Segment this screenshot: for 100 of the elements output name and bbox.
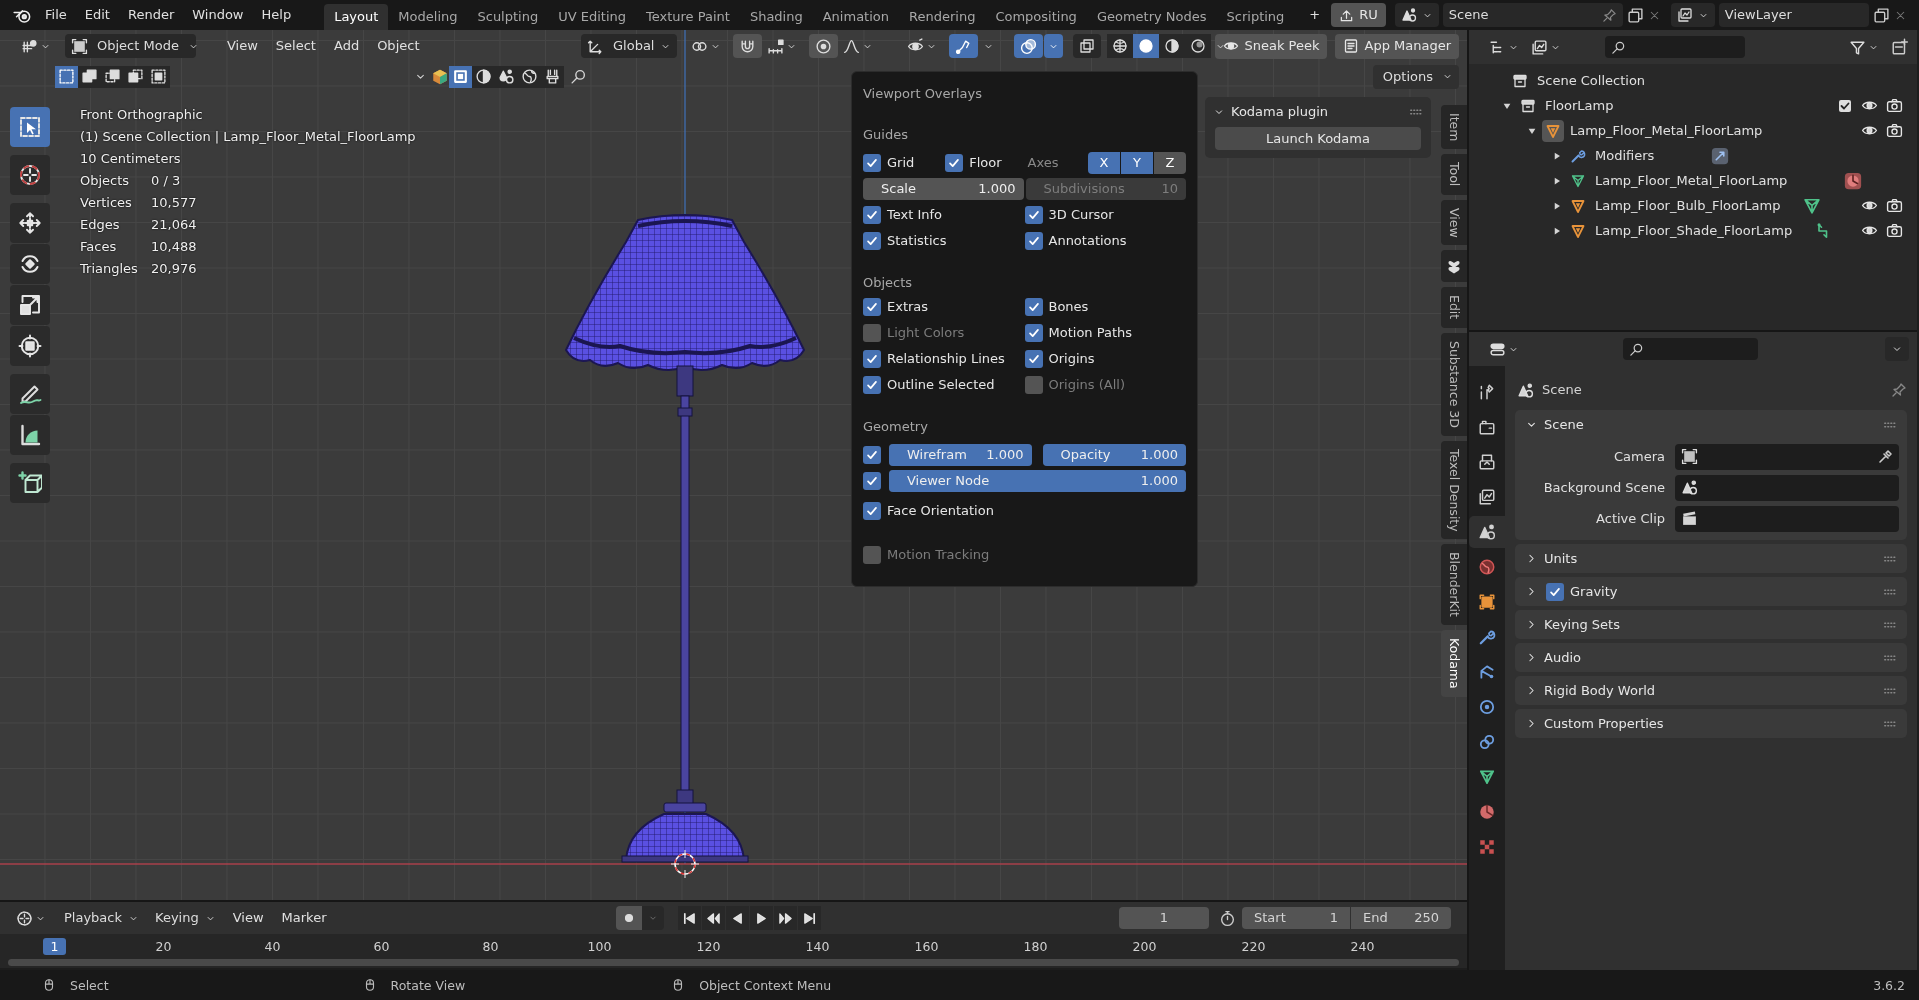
current-frame-field[interactable]: 1	[1119, 907, 1209, 929]
view-layer-field[interactable]: ViewLayer	[1718, 3, 1869, 27]
checkbox-label: Origins	[1048, 351, 1095, 367]
panel-header[interactable]: Audio	[1515, 643, 1907, 672]
workspace-tab[interactable]: Rendering	[899, 4, 986, 30]
menu-item[interactable]: Object	[368, 38, 429, 54]
launch-button[interactable]: Launch Kodama	[1215, 127, 1421, 150]
menu-item[interactable]: Marker	[272, 910, 336, 926]
checkbox-label: Origins (All)	[1048, 377, 1125, 393]
menu-item[interactable]: Render	[118, 7, 184, 23]
menu-item[interactable]: Window	[183, 7, 253, 23]
menu-item[interactable]: View	[218, 38, 267, 54]
menu-item[interactable]: View	[223, 910, 273, 926]
panel-header[interactable]: Kodama plugin	[1205, 97, 1431, 127]
sidebar-tab[interactable]: BlenderKit	[1441, 544, 1467, 626]
workspace-tab[interactable]: Compositing	[985, 4, 1087, 30]
wireframe-slider[interactable]: Wirefram 1.000	[889, 444, 1032, 466]
checkbox-label: Floor	[969, 155, 1002, 171]
frame-number: 120	[695, 937, 722, 955]
frame-number: 200	[1131, 937, 1158, 955]
workspace-tab[interactable]: Animation	[812, 4, 899, 30]
menu-item[interactable]: File	[36, 7, 76, 23]
menu-dropdown[interactable]: Keying	[147, 906, 220, 930]
language-button[interactable]: RU	[1331, 3, 1386, 27]
sidebar-tab[interactable]: Item	[1441, 105, 1467, 150]
orientation-dropdown[interactable]: Global	[581, 34, 677, 58]
checkbox-label: Face Orientation	[887, 503, 994, 519]
checkbox-label: Grid	[887, 155, 915, 171]
version-label: 3.6.2	[1873, 977, 1905, 993]
axis-toggle[interactable]: Y	[1121, 152, 1153, 174]
menu-item[interactable]: Edit	[75, 7, 119, 23]
opacity-slider[interactable]: Opacity 1.000	[1042, 444, 1186, 466]
collection-path: (1) Scene Collection | Lamp_Floor_Metal_FloorLamp	[80, 129, 416, 144]
sidebar-tab[interactable]: View	[1441, 199, 1467, 246]
field-label: Camera	[1612, 448, 1666, 465]
frame-number: 180	[1022, 937, 1049, 955]
addon-button[interactable]: App Manager	[1335, 33, 1459, 59]
workspace-tab[interactable]: Geometry Nodes	[1086, 4, 1217, 30]
workspace-tab[interactable]: Texture Paint	[636, 4, 740, 30]
checkbox-label: 3D Cursor	[1048, 207, 1114, 223]
add-workspace-button[interactable]: +	[1300, 7, 1330, 23]
sidebar-tab[interactable]: Substance 3D	[1441, 332, 1467, 436]
viewer-node-slider[interactable]: Viewer Node 1.000	[889, 470, 1186, 492]
frame-number: 140	[804, 937, 831, 955]
view-name: Front Orthographic	[80, 107, 203, 122]
frame-number: 20	[154, 937, 173, 955]
panel-header[interactable]: Gravity	[1515, 577, 1907, 606]
options-dropdown[interactable]: Options	[1372, 64, 1459, 89]
axis-toggle[interactable]: X	[1088, 152, 1120, 174]
start-frame-field[interactable]: Start 1	[1242, 907, 1350, 929]
status-hint: Rotate View	[390, 977, 466, 993]
mode-dropdown[interactable]: Object Mode	[65, 34, 196, 58]
frame-number: 80	[481, 937, 500, 955]
panel-header[interactable]: Units	[1515, 544, 1907, 573]
end-frame-field[interactable]: End 250	[1351, 907, 1451, 929]
status-hint: Object Context Menu	[699, 977, 832, 993]
outliner-item[interactable]: FloorLamp	[1545, 97, 1614, 114]
workspace-tab[interactable]: Shading	[739, 4, 813, 30]
checkbox-label: Motion Paths	[1048, 325, 1133, 341]
sidebar-tab[interactable]: Texel Density	[1441, 440, 1467, 540]
outliner-item[interactable]: Lamp_Floor_Metal_FloorLamp	[1595, 172, 1788, 189]
frame-number: 40	[263, 937, 282, 955]
outliner-item[interactable]: Scene Collection	[1537, 72, 1646, 89]
panel-header[interactable]: Keying Sets	[1515, 610, 1907, 639]
workspace-tab[interactable]: Sculpting	[467, 4, 549, 30]
outliner-item[interactable]: Lamp_Floor_Bulb_FloorLamp	[1595, 197, 1781, 214]
scale-field[interactable]: Scale 1.000	[863, 178, 1024, 200]
frame-number[interactable]: 1	[42, 937, 67, 955]
checkbox-label: Bones	[1048, 299, 1089, 315]
frame-number: 60	[372, 937, 391, 955]
stat-label: Vertices	[80, 194, 133, 212]
panel-header[interactable]: Custom Properties	[1515, 709, 1907, 738]
outliner-item[interactable]: Lamp_Floor_Metal_FloorLamp	[1570, 122, 1763, 139]
menu-dropdown[interactable]: Playback	[56, 906, 143, 930]
stat-value: 20,976	[151, 260, 197, 278]
axis-toggle[interactable]: Z	[1154, 152, 1186, 174]
section-title: Geometry	[863, 418, 929, 436]
sidebar-tab[interactable]: Edit	[1441, 287, 1467, 328]
workspace-tab[interactable]: Scripting	[1216, 4, 1295, 30]
sidebar-tab[interactable]: Tool	[1441, 154, 1467, 195]
scene-field[interactable]: Scene	[1442, 3, 1623, 27]
checkbox-label: Outline Selected	[887, 377, 995, 393]
frame-number: 100	[586, 937, 613, 955]
menu-item[interactable]: Select	[266, 38, 325, 54]
menu-item[interactable]: Add	[324, 38, 369, 54]
addon-button[interactable]: Sneak Peek	[1215, 33, 1328, 59]
grid-scale: 10 Centimeters	[80, 151, 181, 166]
workspace-tab[interactable]: Layout	[324, 4, 389, 30]
workspace-tab[interactable]: Modeling	[388, 4, 468, 30]
sidebar-tab[interactable]: Kodama	[1441, 630, 1467, 697]
frame-number: 220	[1240, 937, 1267, 955]
outliner-item[interactable]: Modifiers	[1595, 147, 1655, 164]
panel-header[interactable]: Rigid Body World	[1515, 676, 1907, 705]
menu-item[interactable]: Help	[252, 7, 301, 23]
outliner-item[interactable]: Lamp_Floor_Shade_FloorLamp	[1595, 222, 1793, 239]
field-label: Background Scene	[1542, 479, 1666, 496]
workspace-tab[interactable]: UV Editing	[548, 4, 636, 30]
stat-value: 21,064	[151, 216, 197, 234]
panel-header[interactable]: Scene	[1515, 410, 1907, 439]
checkbox-label: Motion Tracking	[887, 547, 990, 563]
